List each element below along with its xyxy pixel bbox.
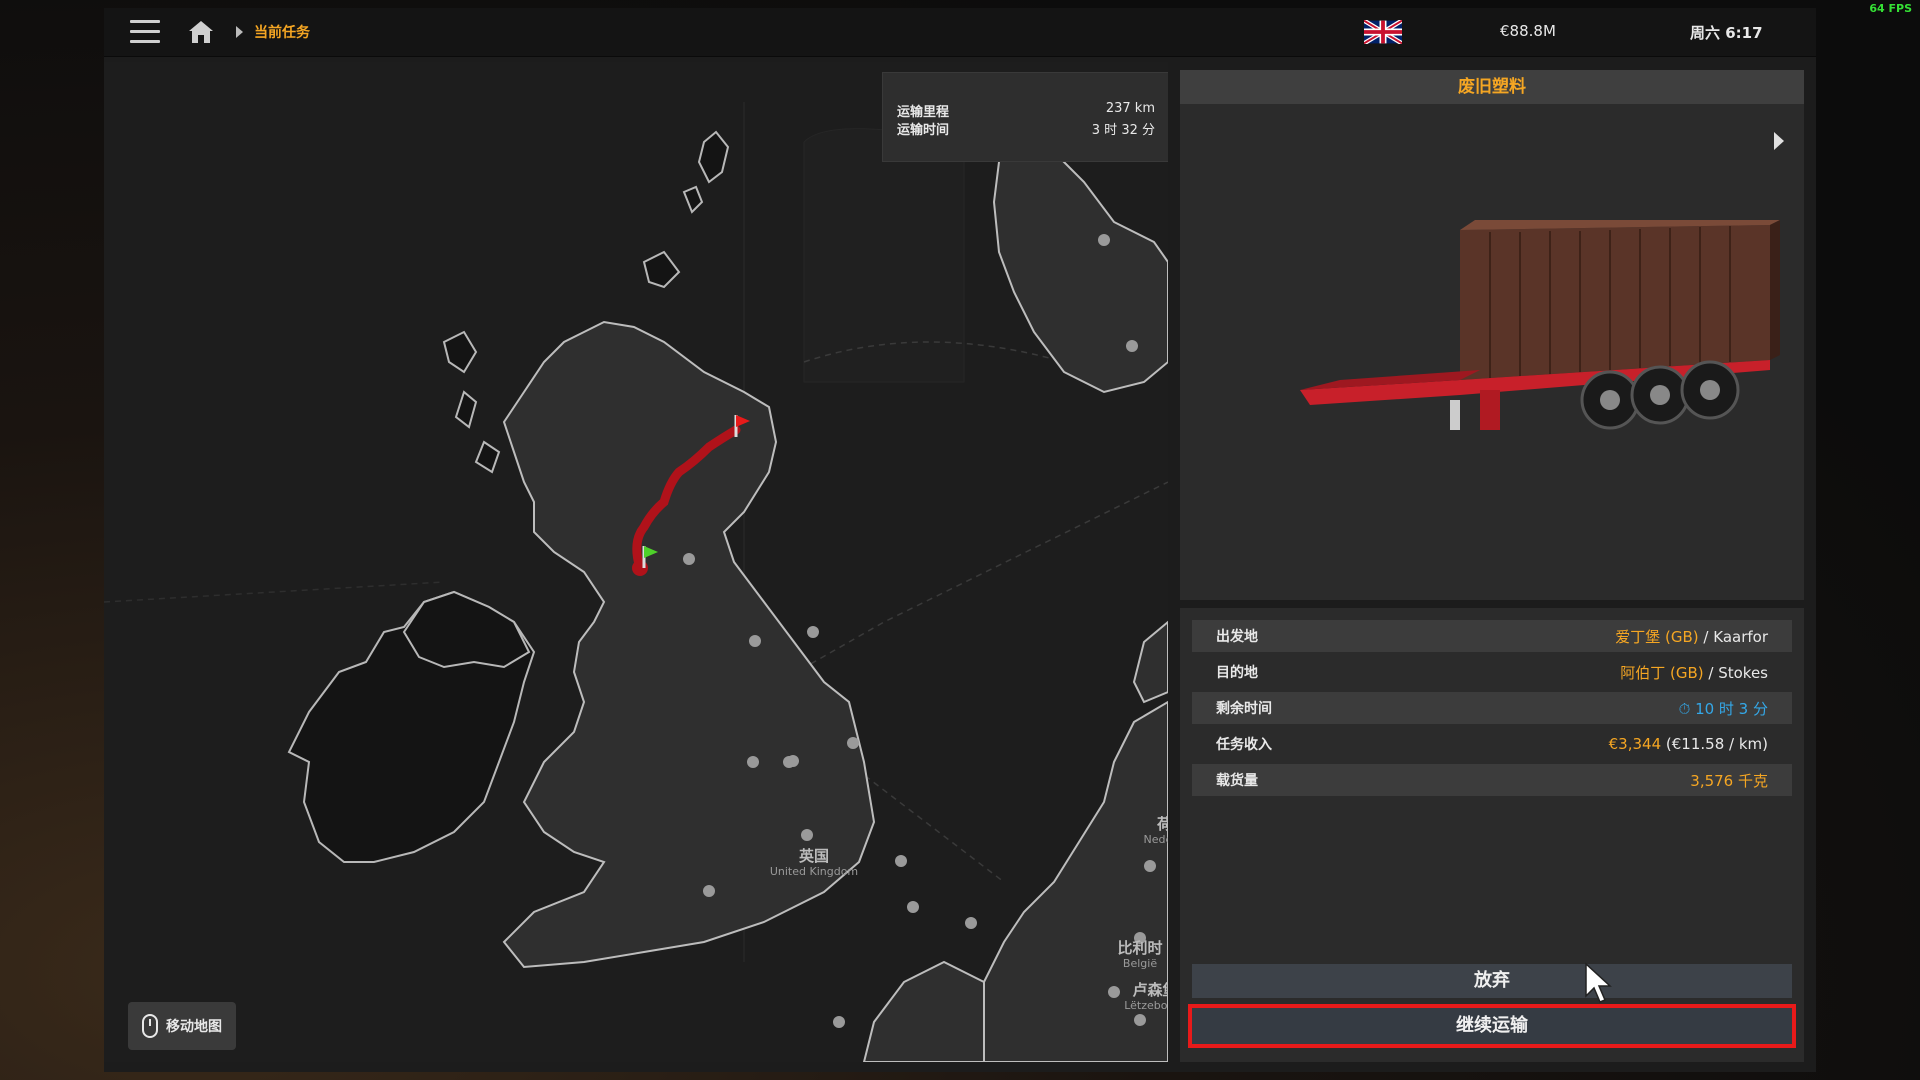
uk-flag-icon[interactable] xyxy=(1364,20,1402,44)
trailer-image xyxy=(1300,220,1780,430)
home-icon[interactable] xyxy=(188,20,214,44)
income-label: 任务收入 xyxy=(1216,737,1272,753)
origin-label: 出发地 xyxy=(1216,629,1258,645)
fps-counter: 64 FPS xyxy=(1869,2,1912,15)
origin-city: 爱丁堡 (GB) xyxy=(1615,627,1699,646)
map-label-uk: 英国 United Kingdom xyxy=(769,847,859,878)
map-canvas xyxy=(104,102,1168,1062)
income-row: 任务收入 €3,344 (€11.58 / km) xyxy=(1192,728,1792,760)
map-label-norway: 挪威Norge xyxy=(1154,160,1168,192)
money-balance: €88.8M xyxy=(1500,22,1556,40)
income-value: €3,344 xyxy=(1608,735,1662,753)
time-label: 运输时间 xyxy=(897,123,950,138)
timer-icon: ⏱ xyxy=(1678,699,1691,718)
job-screen: 当前任务 €88.8M 周六 6:17 英国 United Kingdom 荷 … xyxy=(104,8,1816,1072)
weight-row: 载货量 3,576 千克 xyxy=(1192,764,1792,796)
remaining-time-label: 剩余时间 xyxy=(1216,701,1272,717)
mouse-cursor-icon xyxy=(1585,962,1612,1003)
move-map-label: 移动地图 xyxy=(166,1019,222,1035)
origin-company: / Kaarfor xyxy=(1698,627,1768,646)
destination-label: 目的地 xyxy=(1216,665,1258,681)
cargo-title: 废旧塑料 xyxy=(1180,70,1804,104)
breadcrumb-chevron-icon xyxy=(236,26,243,38)
map-label-luxembourg: 卢森堡Lëtzebourg xyxy=(1124,981,1168,1012)
abandon-button[interactable]: 放弃 xyxy=(1192,964,1792,998)
weight-value: 3,576 千克 xyxy=(1690,771,1768,790)
map-label-netherlands: 荷兰Nederland xyxy=(1143,815,1168,846)
next-trailer-arrow-icon[interactable] xyxy=(1774,132,1784,150)
destination-row: 目的地 阿伯丁 (GB) / Stokes xyxy=(1192,656,1792,688)
time-value: 3 时 32 分 xyxy=(1091,123,1155,138)
income-rate: (€11.58 / km) xyxy=(1661,735,1768,753)
route-map[interactable]: 英国United Kingdom 荷兰Nederland 比利时Belgiё 卢… xyxy=(104,62,1168,1062)
remaining-time-value: 10 时 3 分 xyxy=(1695,699,1768,718)
move-map-button[interactable]: 移动地图 xyxy=(128,1002,236,1050)
continue-delivery-button[interactable]: 继续运输 xyxy=(1192,1008,1792,1044)
game-clock: 周六 6:17 xyxy=(1690,24,1763,42)
weight-label: 载货量 xyxy=(1216,773,1258,789)
menu-icon[interactable] xyxy=(130,20,160,44)
distance-label: 运输里程 xyxy=(897,105,950,120)
job-details-panel: 出发地 爱丁堡 (GB) / Kaarfor 目的地 阿伯丁 (GB) / St… xyxy=(1180,608,1804,1062)
breadcrumb-current-job[interactable]: 当前任务 xyxy=(254,22,310,42)
cargo-preview-panel: 废旧塑料 xyxy=(1180,70,1804,600)
distance-value: 237 km xyxy=(1105,101,1155,116)
map-label-belgium: 比利时 Belgiё xyxy=(1117,939,1163,970)
top-bar: 当前任务 €88.8M 周六 6:17 xyxy=(104,8,1816,57)
route-info-box: 运输里程 237 km 运输时间 3 时 32 分 xyxy=(882,72,1168,162)
destination-company: / Stokes xyxy=(1703,663,1768,682)
destination-city: 阿伯丁 (GB) xyxy=(1620,663,1704,682)
remaining-time-row: 剩余时间 ⏱ 10 时 3 分 xyxy=(1192,692,1792,724)
origin-row: 出发地 爱丁堡 (GB) / Kaarfor xyxy=(1192,620,1792,652)
mouse-icon xyxy=(142,1014,158,1038)
